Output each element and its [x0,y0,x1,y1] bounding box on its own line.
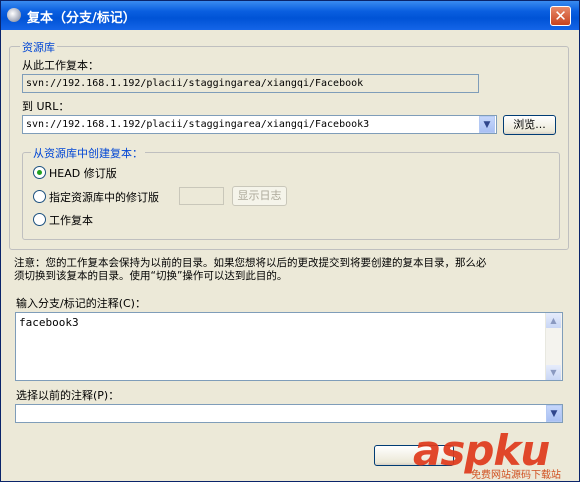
repository-group-label: 资源库 [20,39,57,55]
to-url-dropdown-arrow-icon[interactable]: ▼ [479,116,495,133]
radio-working-copy[interactable] [33,213,46,226]
note-text-line2: 须切换到该复本的目录。使用“切换”操作可以达到此目的。 [14,270,288,282]
revision-number-field [179,187,224,205]
previous-comments-label: 选择以前的注释(P)： [16,389,120,402]
browse-button[interactable]: 浏览... [503,115,556,135]
head-revision-label[interactable]: HEAD 修订版 [49,165,117,181]
comment-text: facebook3 [19,316,79,329]
window-title: 复本（分支/标记） [27,11,136,26]
working-copy-label[interactable]: 工作复本 [49,212,93,228]
previous-comments-combobox[interactable] [15,404,563,423]
comment-textarea[interactable]: facebook3 ▲ ▼ [15,312,563,381]
radio-head-revision[interactable] [33,166,46,179]
close-icon: ✕ [554,7,567,25]
scroll-up-icon[interactable]: ▲ [546,313,561,328]
specific-revision-label[interactable]: 指定资源库中的修订版 [49,189,159,205]
to-url-combobox[interactable]: svn://192.168.1.192/placii/staggingarea/… [22,115,497,134]
show-log-button: 显示日志 [232,186,287,206]
close-button[interactable]: ✕ [550,6,571,26]
copy-branch-tag-dialog: 复本（分支/标记） ✕ 资源库 从此工作复本： svn://192.168.1.… [0,0,580,482]
comment-label: 输入分支/标记的注释(C)： [16,297,146,310]
from-working-copy-field: svn://192.168.1.192/placii/staggingarea/… [22,74,479,93]
from-working-copy-label: 从此工作复本： [22,59,99,72]
scroll-down-icon[interactable]: ▼ [546,365,561,380]
watermark-subtitle: 免费网站源码下载站 [471,470,561,481]
previous-comments-dropdown-arrow-icon[interactable]: ▼ [546,405,562,422]
radio-specific-revision[interactable] [33,190,46,203]
create-copy-group-label: 从资源库中创建复本： [31,145,145,161]
tortoisesvn-app-icon [7,8,21,22]
title-bar[interactable]: 复本（分支/标记） ✕ [1,1,579,30]
to-url-label: 到 URL： [22,100,70,113]
comment-scrollbar[interactable]: ▲ ▼ [545,313,562,380]
